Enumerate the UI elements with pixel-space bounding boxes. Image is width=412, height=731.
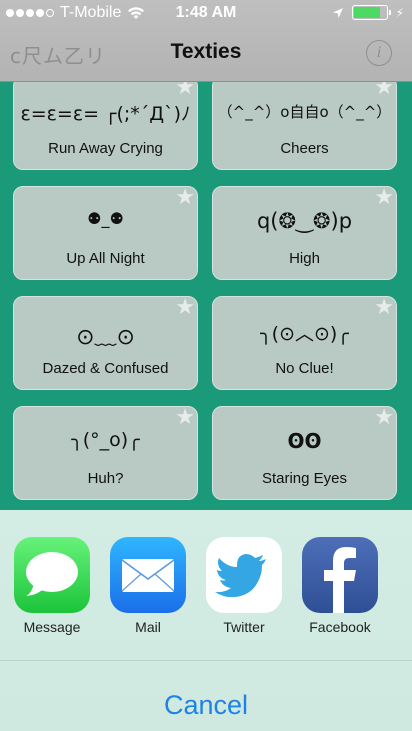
emoticon-card[interactable]: ╮(⊙︿⊙)╭ No Clue! ★ [212,295,397,390]
star-icon[interactable]: ★ [175,295,195,320]
mail-icon[interactable] [110,537,186,613]
emoticon-name: Run Away Crying [48,140,163,157]
emoticon-card[interactable]: ε=ε=ε= ┌(;*´Д`)ﾉ Run Away Crying ★ [13,82,198,170]
status-bar: T-Mobile 1:48 AM ⚡ [0,0,412,30]
emoticon-name: Cheers [280,140,329,157]
emoticon-face: ⚉_⚉ [87,209,124,228]
emoticon-face: （^_^）o自自o（^_^） [217,103,392,121]
emoticon-card[interactable]: ⊙﹏⊙ Dazed & Confused ★ [13,295,198,390]
location-arrow-icon [332,7,343,18]
share-target-twitter[interactable]: Twitter [205,537,283,635]
emoticon-face: ε=ε=ε= ┌(;*´Д`)ﾉ [20,103,191,125]
star-icon[interactable]: ★ [374,185,394,210]
twitter-icon[interactable] [206,537,282,613]
info-button[interactable]: i [366,40,392,66]
star-icon[interactable]: ★ [374,82,394,100]
page-title: Texties [170,40,242,63]
emoticon-face: q(❂‿❂)p [256,209,353,233]
emoticon-card[interactable]: q(❂‿❂)p High ★ [212,185,397,280]
texties-grid: ε=ε=ε= ┌(;*´Д`)ﾉ Run Away Crying ★ （^_^）… [0,82,412,510]
status-right: ⚡ [332,5,404,20]
share-target-label: Message [23,619,81,635]
star-icon[interactable]: ★ [175,82,195,100]
emoticon-face: ʘʘ [287,429,322,453]
star-icon[interactable]: ★ [175,185,195,210]
share-target-message[interactable]: Message [13,537,91,635]
emoticon-name: No Clue! [275,360,334,377]
navigation-bar: T-Mobile 1:48 AM ⚡ c尺ム乙リ Texties i [0,0,412,82]
battery-icon [351,5,391,20]
emoticon-name: Huh? [87,470,124,487]
messages-icon[interactable] [14,537,90,613]
emoticon-name: Dazed & Confused [42,360,169,377]
emoticon-card[interactable]: ⚉_⚉ Up All Night ★ [13,185,198,280]
share-target-label: Facebook [309,619,371,635]
emoticon-card[interactable]: （^_^）o自自o（^_^） Cheers ★ [212,82,397,170]
share-target-label: Twitter [223,619,265,635]
emoticon-name: Up All Night [66,250,145,267]
emoticon-face: ╮(°_o)╭ [71,429,140,451]
facebook-icon[interactable] [302,537,378,613]
emoticon-card[interactable]: ╮(°_o)╭ Huh? ★ [13,405,198,500]
star-icon[interactable]: ★ [374,295,394,320]
emoticon-name: Staring Eyes [261,470,348,487]
share-target-facebook[interactable]: Facebook [301,537,379,635]
emoticon-name: High [289,250,320,267]
cancel-button[interactable]: Cancel [0,661,412,731]
share-target-label: Mail [135,619,161,635]
share-targets-row: Message Mail Twitter Facebook [0,510,412,660]
star-icon[interactable]: ★ [175,405,195,430]
emoticon-card[interactable]: ʘʘ Staring Eyes ★ [212,405,397,500]
battery-level [353,7,381,18]
emoticon-face: ⊙﹏⊙ [76,325,135,350]
share-target-mail[interactable]: Mail [109,537,187,635]
charging-icon: ⚡ [395,5,404,20]
star-icon[interactable]: ★ [374,405,394,430]
share-sheet: Message Mail Twitter Facebook Cancel [0,510,412,731]
emoticon-face: ╮(⊙︿⊙)╭ [260,323,349,345]
